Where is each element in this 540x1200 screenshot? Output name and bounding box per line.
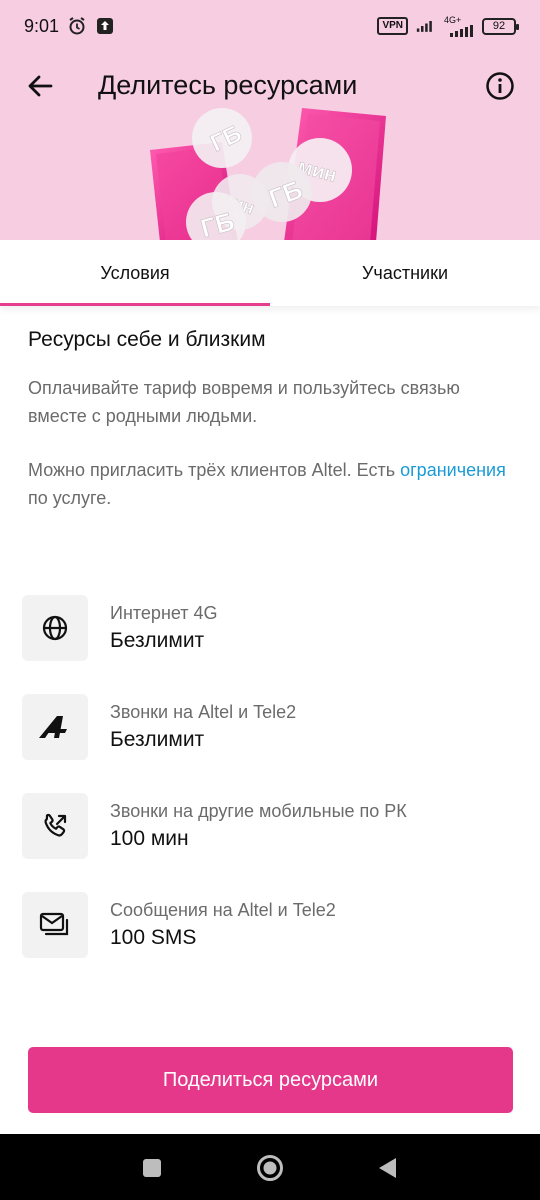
resource-item-altel-calls: Звонки на Altel и Tele2 Безлимит <box>22 677 518 776</box>
resource-value: Безлимит <box>110 727 205 751</box>
hero-header: Делитесь ресурсами ГБ мин ГБ ГБ <box>0 52 540 240</box>
recents-button[interactable] <box>138 1154 166 1182</box>
battery-indicator: 92 <box>482 17 519 35</box>
resources-list: Интернет 4G Безлимит Звонки на Altel и T… <box>22 578 518 974</box>
resource-item-other-calls: Звонки на другие мобильные по РК 100 мин <box>22 776 518 875</box>
main-content: Ресурсы себе и близким Оплачивайте тариф… <box>28 306 518 512</box>
resource-label: Интернет 4G <box>110 602 218 623</box>
messages-icon <box>39 912 69 935</box>
upload-notification-icon <box>95 16 115 36</box>
triangle-back-icon <box>379 1158 396 1178</box>
resource-label: Сообщения на Altel и Tele2 <box>110 899 336 920</box>
invite-text-main: Можно пригласить трёх клиентов Altel. Ес… <box>28 460 396 480</box>
square-icon <box>143 1159 161 1177</box>
arrow-left-icon <box>28 75 53 97</box>
resource-label: Звонки на другие мобильные по РК <box>110 800 407 821</box>
tab-bar: Условия Участники <box>0 240 540 306</box>
invite-text: Можно пригласить трёх клиентов Altel. Ес… <box>28 456 518 512</box>
signal-2-icon <box>450 25 473 37</box>
resource-icon-box <box>22 594 88 661</box>
resource-item-sms: Сообщения на Altel и Tele2 100 SMS <box>22 875 518 974</box>
resource-item-internet: Интернет 4G Безлимит <box>22 578 518 677</box>
network-indicator: 4G+ <box>444 15 474 37</box>
resource-icon-box <box>22 792 88 859</box>
screen: 9:01 VPN 4G+ 92 Делитесь ресурсами ГБ ми… <box>0 0 540 1200</box>
status-time: 9:01 <box>24 15 60 36</box>
status-right: VPN 4G+ 92 <box>377 15 519 37</box>
tab-conditions[interactable]: Условия <box>0 240 270 306</box>
section-title: Ресурсы себе и близким <box>28 328 266 351</box>
alarm-icon <box>67 16 87 36</box>
vpn-badge: VPN <box>377 17 408 35</box>
restrictions-link[interactable]: ограничения <box>400 460 506 480</box>
resource-icon-box <box>22 693 88 760</box>
signal-icon <box>416 16 436 36</box>
system-nav-bar <box>0 1134 540 1200</box>
info-button[interactable] <box>482 68 518 104</box>
resource-value: Безлимит <box>110 628 205 652</box>
resource-icon-box <box>22 891 88 958</box>
hero-illustration: ГБ мин ГБ мин ГБ <box>150 108 386 240</box>
invite-text-suffix: по услуге. <box>28 488 112 508</box>
globe-icon <box>42 615 68 640</box>
home-button[interactable] <box>256 1154 284 1182</box>
tab-participants[interactable]: Участники <box>270 240 540 306</box>
bubble-gb-top: ГБ <box>192 108 252 168</box>
resource-value: 100 мин <box>110 826 189 850</box>
resource-text: Звонки на Altel и Tele2 Безлимит <box>110 700 296 754</box>
share-resources-button[interactable]: Поделиться ресурсами <box>28 1047 513 1113</box>
resource-text: Сообщения на Altel и Tele2 100 SMS <box>110 898 336 952</box>
resource-value: 100 SMS <box>110 925 197 949</box>
resource-label: Звонки на Altel и Tele2 <box>110 701 297 722</box>
description-text: Оплачивайте тариф вовремя и пользуйтесь … <box>28 378 460 426</box>
back-button[interactable] <box>20 66 60 106</box>
status-bar: 9:01 VPN 4G+ 92 <box>0 0 540 52</box>
system-back-button[interactable] <box>373 1154 401 1182</box>
home-circle-icon <box>257 1155 283 1181</box>
info-icon <box>486 72 514 100</box>
status-left: 9:01 <box>24 16 115 37</box>
phone-call-icon <box>44 813 67 836</box>
network-type-label: 4G+ <box>444 15 462 25</box>
resource-text: Интернет 4G Безлимит <box>110 601 218 655</box>
altel-logo-icon <box>39 715 67 738</box>
resource-text: Звонки на другие мобильные по РК 100 мин <box>110 799 407 853</box>
